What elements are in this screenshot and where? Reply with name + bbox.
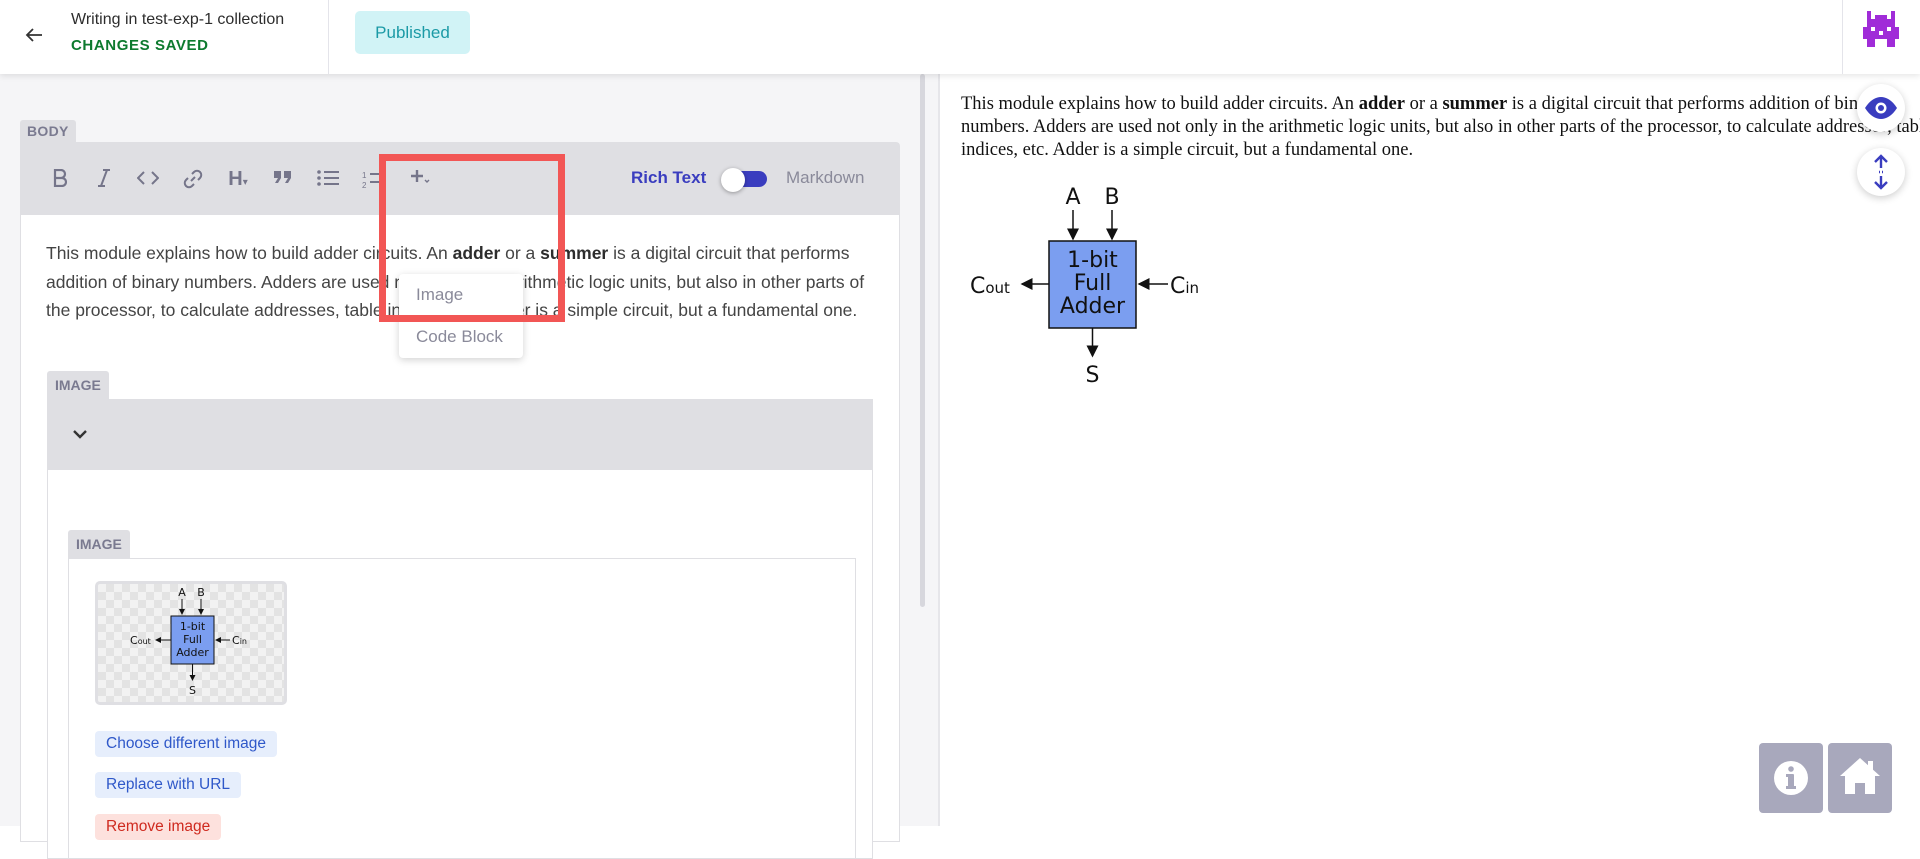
rich-text-label: Rich Text [631, 168, 707, 187]
home-icon[interactable] [1828, 743, 1892, 813]
thumb-cout-sub: out [138, 637, 151, 646]
choose-different-image-button[interactable]: Choose different image [95, 731, 277, 757]
diagram-box-line1: 1-bit [1067, 248, 1118, 273]
thumb-box-line1: 1-bit [180, 620, 206, 633]
diagram-cin-sub: in [1185, 279, 1199, 297]
code-icon[interactable] [131, 162, 165, 196]
thumb-label-b: B [197, 586, 205, 599]
editor-toolbar: H▾ 12 Rich Text Markdown [21, 143, 899, 215]
body-text-bold: adder [452, 243, 501, 263]
expand-vertical-icon[interactable] [1857, 148, 1905, 196]
diagram-cout-sub: out [985, 279, 1010, 297]
thumb-cin-sub: in [240, 637, 247, 646]
preview-text-bold: summer [1442, 94, 1508, 114]
diagram-box-line3: Adder [1060, 294, 1126, 319]
thumb-box-line3: Adder [176, 646, 209, 659]
diagram-box-line2: Full [1074, 271, 1112, 296]
svg-text:Cout: Cout [970, 274, 1010, 299]
preview-text-bold: adder [1358, 94, 1405, 114]
image-field: A B 1-bit Full Adder Cout Cin S Choose d… [68, 558, 856, 858]
header-divider [328, 0, 329, 74]
bold-icon[interactable] [43, 162, 77, 196]
editor-mode-toggle[interactable] [721, 168, 767, 192]
top-bar: Writing in test-exp-1 collection CHANGES… [0, 0, 1920, 74]
numbered-list-icon[interactable]: 12 [356, 162, 390, 196]
insert-menu-item-image[interactable]: Image [399, 274, 523, 316]
italic-icon[interactable] [87, 162, 121, 196]
quote-icon[interactable] [266, 162, 300, 196]
chevron-down-icon[interactable] [68, 422, 92, 446]
markdown-label: Markdown [786, 168, 865, 187]
bullet-list-icon[interactable] [311, 162, 345, 196]
diagram-label-b: B [1104, 185, 1119, 210]
body-label: BODY [20, 120, 76, 142]
insert-menu-item-code-block[interactable]: Code Block [399, 316, 523, 358]
preview-text-part: or a [1404, 94, 1443, 114]
diagram-cin-label: C [1170, 274, 1185, 299]
diagram-label-s: S [1086, 363, 1100, 388]
pixel-avatar-icon[interactable] [1863, 11, 1899, 47]
svg-text:Cout: Cout [130, 634, 151, 647]
remove-image-button[interactable]: Remove image [95, 814, 222, 840]
plus-icon[interactable] [404, 162, 438, 196]
save-status: CHANGES SAVED [71, 37, 209, 54]
arrow-left-icon[interactable] [24, 20, 54, 50]
title-block: Writing in test-exp-1 collection CHANGES… [71, 10, 284, 55]
replace-with-url-button[interactable]: Replace with URL [95, 772, 242, 798]
heading-icon[interactable]: H▾ [221, 162, 255, 196]
eye-icon[interactable] [1857, 84, 1905, 132]
svg-text:2: 2 [362, 181, 367, 189]
body-text-part: or a [500, 243, 541, 263]
thumb-label-s: S [189, 684, 196, 697]
body-text-bold: summer [540, 243, 609, 263]
image-thumbnail[interactable]: A B 1-bit Full Adder Cout Cin S [95, 581, 287, 705]
thumb-label-a: A [178, 586, 186, 599]
diagram-cout-label: C [970, 274, 985, 299]
image-block: IMAGE A B 1-bit Full Adder Cout Cin S Ch… [47, 399, 873, 859]
svg-text:Cin: Cin [1170, 274, 1199, 299]
collection-title: Writing in test-exp-1 collection [71, 11, 285, 28]
body-text-part: This module explains how to build adder … [46, 243, 453, 263]
svg-text:1: 1 [362, 171, 367, 180]
thumb-box-line2: Full [183, 633, 202, 646]
adder-diagram: A B 1-bit Full Adder Cout Cin S [970, 185, 1199, 388]
preview-pane: This module explains how to build adder … [940, 74, 1920, 826]
link-icon[interactable] [176, 162, 210, 196]
image-block-label: IMAGE [47, 371, 109, 399]
editor-scrollbar[interactable] [920, 74, 925, 607]
heading-glyph: H [228, 168, 243, 190]
header-divider-right [1842, 0, 1843, 74]
preview-text: This module explains how to build adder … [961, 93, 1920, 162]
preview-text-part: This module explains how to build adder … [961, 94, 1359, 114]
insert-menu: Image Code Block [399, 274, 523, 358]
body-field: H▾ 12 Rich Text Markdown This module exp… [20, 142, 900, 859]
diagram-label-a: A [1065, 185, 1080, 210]
adder-diagram-thumb: A B 1-bit Full Adder Cout Cin S [130, 586, 247, 697]
svg-text:Cin: Cin [232, 634, 247, 647]
toggle-knob [721, 168, 745, 192]
editor-pane: BODY H▾ 12 Rich Text Markdown This modul… [0, 74, 938, 859]
published-badge[interactable]: Published [355, 11, 470, 54]
image-field-label: IMAGE [68, 530, 130, 558]
info-icon[interactable] [1759, 743, 1823, 813]
image-block-header [48, 400, 872, 470]
